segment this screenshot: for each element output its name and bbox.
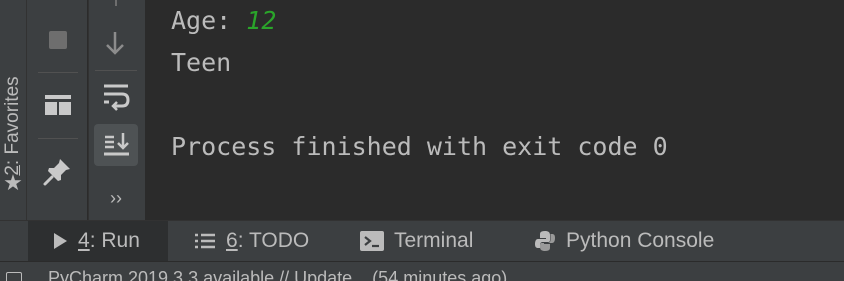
status-bar: PyCharm 2019.3.3 available // Update... … xyxy=(0,261,844,281)
restore-layout-icon[interactable] xyxy=(45,95,71,115)
tab-run[interactable]: 4: Run xyxy=(28,221,168,261)
pin-icon[interactable] xyxy=(42,155,74,187)
console-line: Teen xyxy=(171,48,232,77)
todo-list-icon xyxy=(195,233,215,249)
tab-todo[interactable]: 6: TODO xyxy=(194,221,309,261)
process-finished-message: Process finished with exit code 0 xyxy=(171,132,668,161)
console-line: Age: 12 xyxy=(171,6,277,35)
tab-terminal[interactable]: Terminal xyxy=(360,221,473,261)
down-arrow-icon[interactable] xyxy=(100,28,130,58)
status-message[interactable]: PyCharm 2019.3.3 available // Update... … xyxy=(48,268,507,281)
console-output[interactable]: Age: 12 Teen Process finished with exit … xyxy=(145,0,844,220)
toolbar-divider xyxy=(95,70,137,71)
python-icon xyxy=(535,231,555,251)
toolbar-divider xyxy=(38,72,78,73)
play-icon xyxy=(54,233,67,249)
toolbar-divider xyxy=(38,138,78,139)
console-number: 12 xyxy=(246,6,277,35)
bottom-tool-window-bar: 4: Run 6: TODO Terminal Python Console xyxy=(0,220,844,261)
scroll-to-end-icon[interactable] xyxy=(101,128,131,160)
up-arrow-icon[interactable] xyxy=(108,0,124,8)
tab-python-console[interactable]: Python Console xyxy=(534,221,714,261)
star-icon[interactable]: ★ xyxy=(0,170,26,196)
stop-icon[interactable] xyxy=(49,31,67,49)
soft-wrap-icon[interactable] xyxy=(100,80,132,112)
more-actions-icon[interactable]: ›› xyxy=(103,186,129,210)
terminal-icon xyxy=(360,231,384,251)
left-tool-stripe: 2: Favorites ★ xyxy=(0,0,27,220)
favorites-tab-label: 2: Favorites xyxy=(2,76,23,176)
